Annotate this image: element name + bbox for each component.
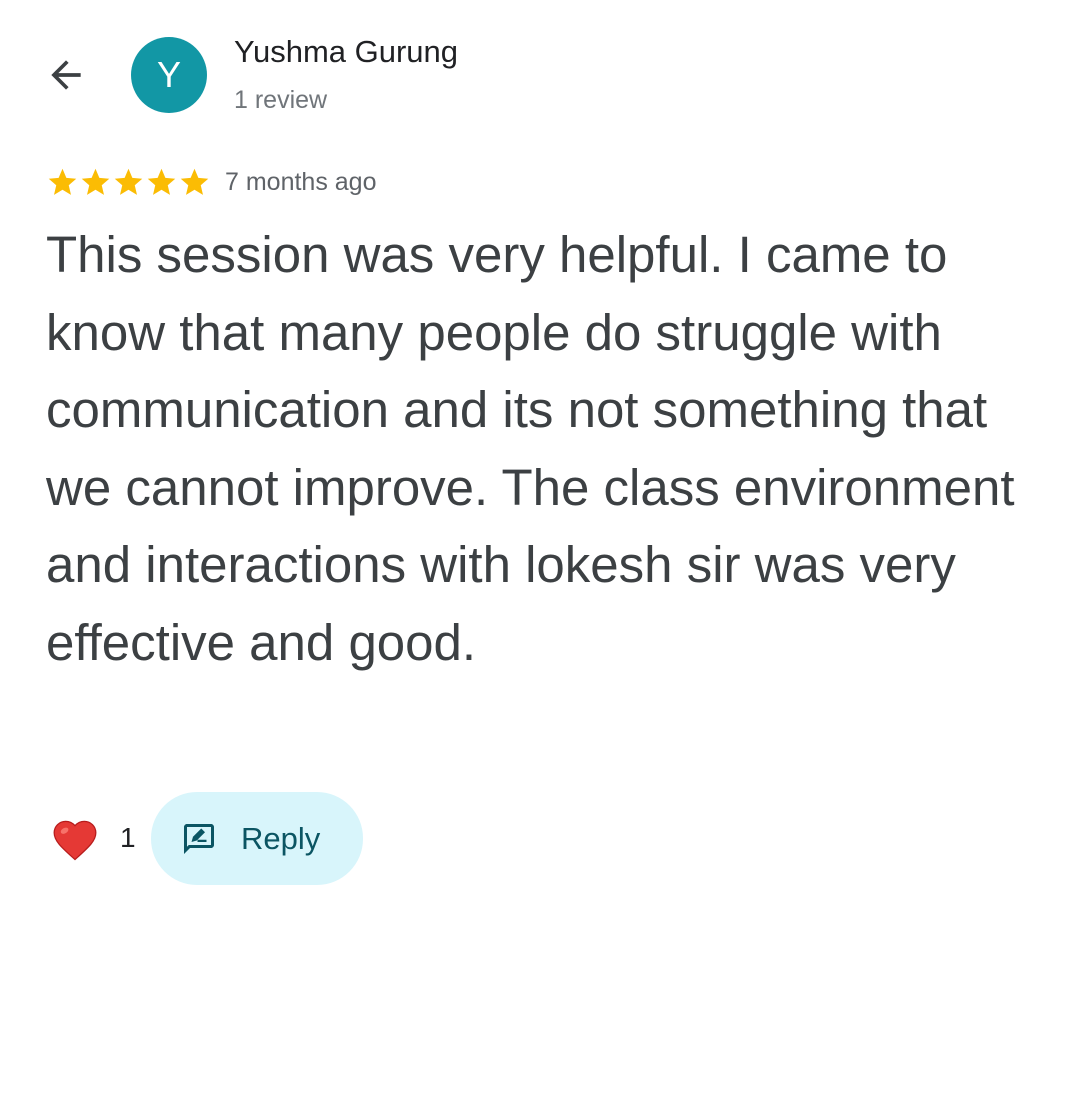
star-icon (147, 168, 176, 195)
star-icon (81, 168, 110, 195)
star-icon (48, 168, 77, 195)
reply-label: Reply (241, 820, 321, 856)
heart-icon[interactable] (50, 815, 100, 861)
reply-button[interactable]: Reply (151, 792, 363, 885)
avatar[interactable]: Y (131, 37, 207, 113)
star-rating (46, 166, 211, 199)
avatar-letter: Y (156, 54, 181, 95)
review-detail-card: Y Yushma Gurung 1 review 7 months ago Th… (0, 0, 1084, 1093)
like-reaction[interactable]: 1 (50, 811, 136, 865)
star-icon (180, 168, 209, 195)
review-text: This session was very helpful. I came to… (46, 226, 1015, 671)
review-count: 1 review (234, 86, 328, 114)
arrow-back-icon (51, 60, 81, 90)
rating-row: 7 months ago (46, 164, 377, 200)
reply-icon (184, 823, 214, 854)
star-icon (114, 168, 143, 195)
like-count: 1 (120, 822, 136, 853)
back-button[interactable] (36, 50, 96, 100)
review-time: 7 months ago (225, 167, 377, 196)
reviewer-name[interactable]: Yushma Gurung (234, 34, 458, 70)
